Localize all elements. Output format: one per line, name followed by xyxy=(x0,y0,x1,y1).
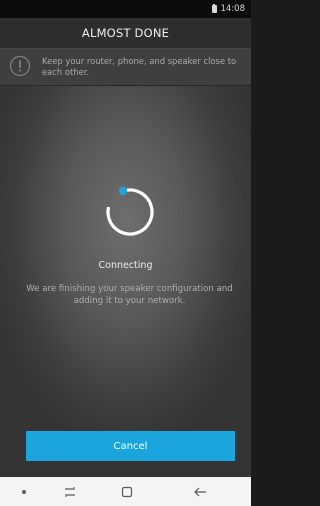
loading-spinner xyxy=(106,186,154,236)
page-title: ALMOST DONE xyxy=(81,26,170,40)
spinner-dot xyxy=(118,186,128,196)
dot-icon xyxy=(14,477,34,506)
status-time: 14:08 xyxy=(220,4,246,14)
notice-banner: Keep your router, phone, and speaker clo… xyxy=(0,48,251,86)
alert-icon xyxy=(9,55,31,77)
progress-message: We are finishing your speaker configurat… xyxy=(26,284,233,306)
cancel-button-label: Cancel xyxy=(113,440,148,452)
recent-apps-icon[interactable] xyxy=(56,477,84,506)
battery-icon xyxy=(211,3,217,13)
cancel-button[interactable]: Cancel xyxy=(26,431,235,461)
screen: 14:08 ALMOST DONE Keep your router, phon… xyxy=(0,0,251,506)
back-icon[interactable] xyxy=(186,477,214,506)
notice-text: Keep your router, phone, and speaker clo… xyxy=(42,56,237,77)
status-bar: 14:08 xyxy=(0,0,251,18)
navigation-bar xyxy=(0,477,251,506)
title-bar: ALMOST DONE xyxy=(0,18,251,48)
connecting-label: Connecting xyxy=(98,260,153,271)
home-icon[interactable] xyxy=(113,477,141,506)
status-indicators: 14:08 xyxy=(211,3,246,15)
